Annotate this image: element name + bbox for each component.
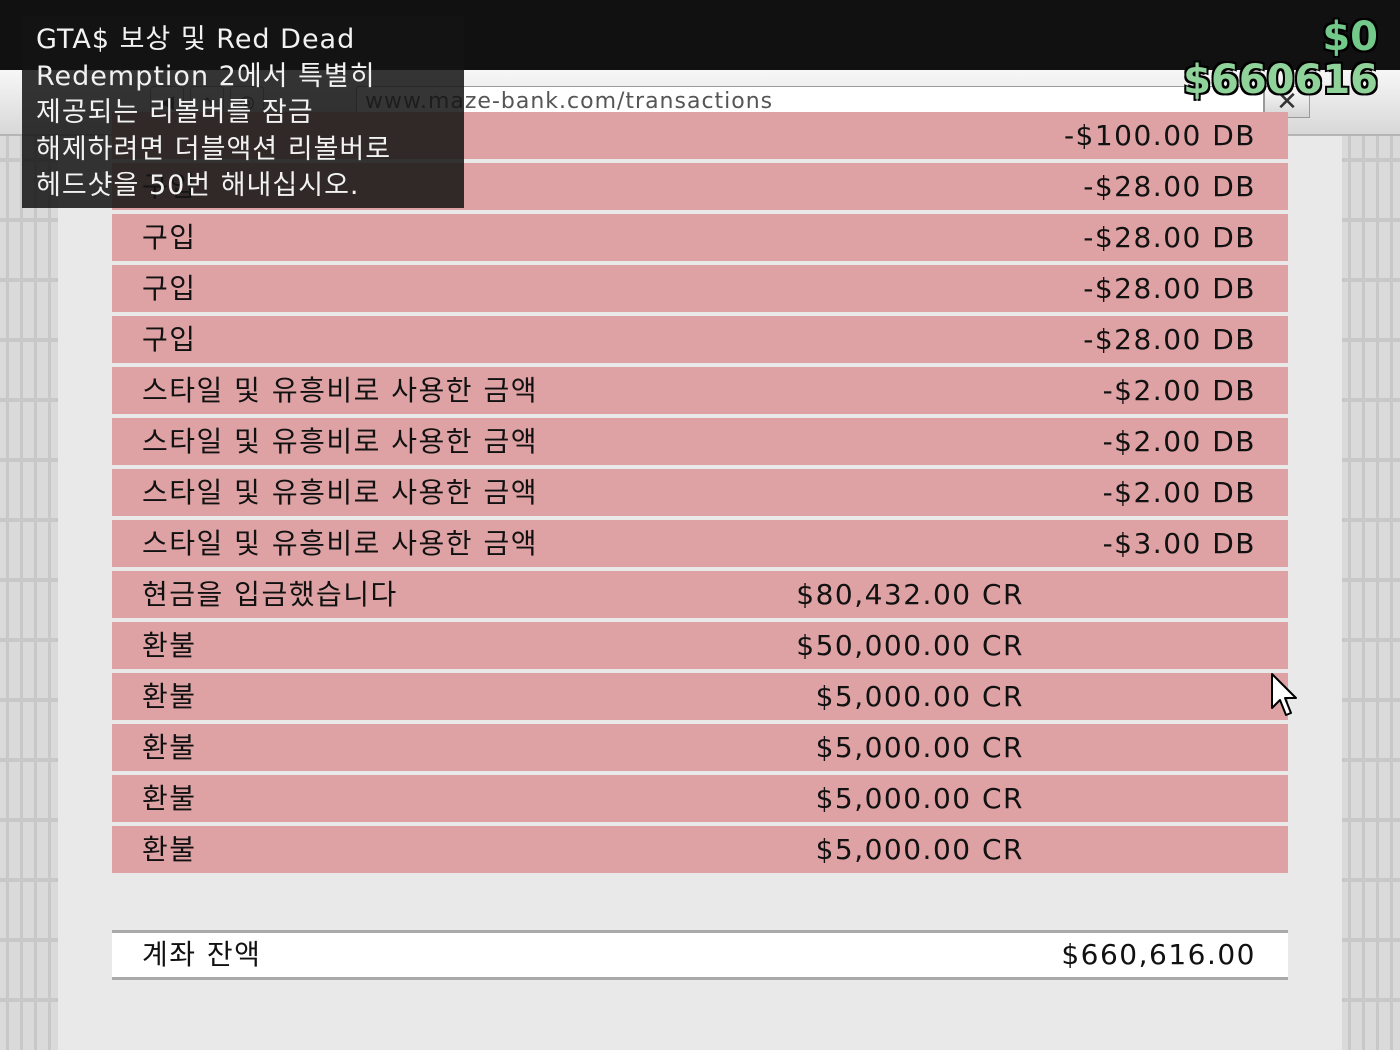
transaction-description: 환불 (142, 782, 197, 815)
transaction-row: 환불 $5,000.00 CR (112, 826, 1288, 873)
transaction-row: 환불 $50,000.00 CR (112, 622, 1288, 669)
transaction-row: 스타일 및 유흥비로 사용한 금액 -$2.00 DB (112, 469, 1288, 516)
transaction-debit: -$100.00 DB (1063, 119, 1256, 152)
transaction-row: 현금을 입금했습니다 $80,432.00 CR (112, 571, 1288, 618)
transaction-description: 현금을 입금했습니다 (142, 578, 398, 611)
transaction-credit: $80,432.00 CR (796, 578, 1024, 611)
notification-line: Redemption 2에서 특별히 (36, 60, 376, 92)
transaction-row: 환불 $5,000.00 CR (112, 724, 1288, 771)
transaction-description: 환불 (142, 680, 197, 713)
game-screen: ◀ ⌂ ◎ www.maze-bank.com/transactions ✕ -… (0, 0, 1400, 1050)
transaction-credit: $5,000.00 CR (815, 782, 1024, 815)
transaction-description: 환불 (142, 731, 197, 764)
account-balance-row: 계좌 잔액 $660,616.00 (112, 930, 1288, 980)
balance-label: 계좌 잔액 (142, 938, 262, 971)
transaction-row: 스타일 및 유흥비로 사용한 금액 -$2.00 DB (112, 367, 1288, 414)
transaction-row: 구입 -$28.00 DB (112, 214, 1288, 261)
transaction-description: 구입 (142, 323, 197, 356)
transaction-description: 스타일 및 유흥비로 사용한 금액 (142, 476, 538, 509)
notification-line: 제공되는 리볼버를 잠금 (36, 97, 314, 128)
transaction-debit: -$28.00 DB (1083, 272, 1256, 305)
transaction-debit: -$2.00 DB (1102, 425, 1256, 458)
transaction-debit: -$3.00 DB (1102, 527, 1256, 560)
transaction-row: 환불 $5,000.00 CR (112, 775, 1288, 822)
transaction-credit: $5,000.00 CR (815, 731, 1024, 764)
transactions-table: -$100.00 DB 구입 -$28.00 DB 구입 -$28.00 DB 구입 -$2… (112, 112, 1288, 877)
transaction-description: 환불 (142, 833, 197, 866)
notification-popup: GTA$ 보상 및 Red Dead Redemption 2에서 특별히 제공… (22, 16, 464, 208)
transaction-row: 구입 -$28.00 DB (112, 316, 1288, 363)
transaction-description: 스타일 및 유흥비로 사용한 금액 (142, 527, 538, 560)
transaction-debit: -$2.00 DB (1102, 476, 1256, 509)
hud-money: $0 $660616 (1183, 14, 1378, 100)
balance-value: $660,616.00 (1061, 938, 1256, 971)
transaction-row: 환불 $5,000.00 CR (112, 673, 1288, 720)
transaction-description: 구입 (142, 272, 197, 305)
transaction-row: 스타일 및 유흥비로 사용한 금액 -$2.00 DB (112, 418, 1288, 465)
transaction-debit: -$28.00 DB (1083, 170, 1256, 203)
notification-line: 해제하려면 더블액션 리볼버로 (36, 133, 392, 165)
transaction-debit: -$28.00 DB (1083, 221, 1256, 254)
transaction-description: 스타일 및 유흥비로 사용한 금액 (142, 374, 538, 407)
notification-line: GTA$ 보상 및 Red Dead (36, 24, 356, 55)
transaction-credit: $50,000.00 CR (796, 629, 1024, 662)
transaction-description: 구입 (142, 221, 197, 254)
transaction-debit: -$28.00 DB (1083, 323, 1256, 356)
notification-line: 헤드샷을 50번 해내십시오. (36, 170, 360, 201)
transaction-credit: $5,000.00 CR (815, 833, 1024, 866)
transaction-row: 구입 -$28.00 DB (112, 265, 1288, 312)
mouse-cursor-icon (1271, 673, 1297, 716)
transaction-row: 스타일 및 유흥비로 사용한 금액 -$3.00 DB (112, 520, 1288, 567)
hud-bank-balance: $660616 (1183, 57, 1378, 103)
transaction-description: 환불 (142, 629, 197, 662)
transaction-credit: $5,000.00 CR (815, 680, 1024, 713)
right-pattern-border (1342, 0, 1400, 1050)
hud-wallet-cash: $0 (1322, 14, 1378, 60)
transaction-description: 스타일 및 유흥비로 사용한 금액 (142, 425, 538, 458)
transaction-debit: -$2.00 DB (1102, 374, 1256, 407)
